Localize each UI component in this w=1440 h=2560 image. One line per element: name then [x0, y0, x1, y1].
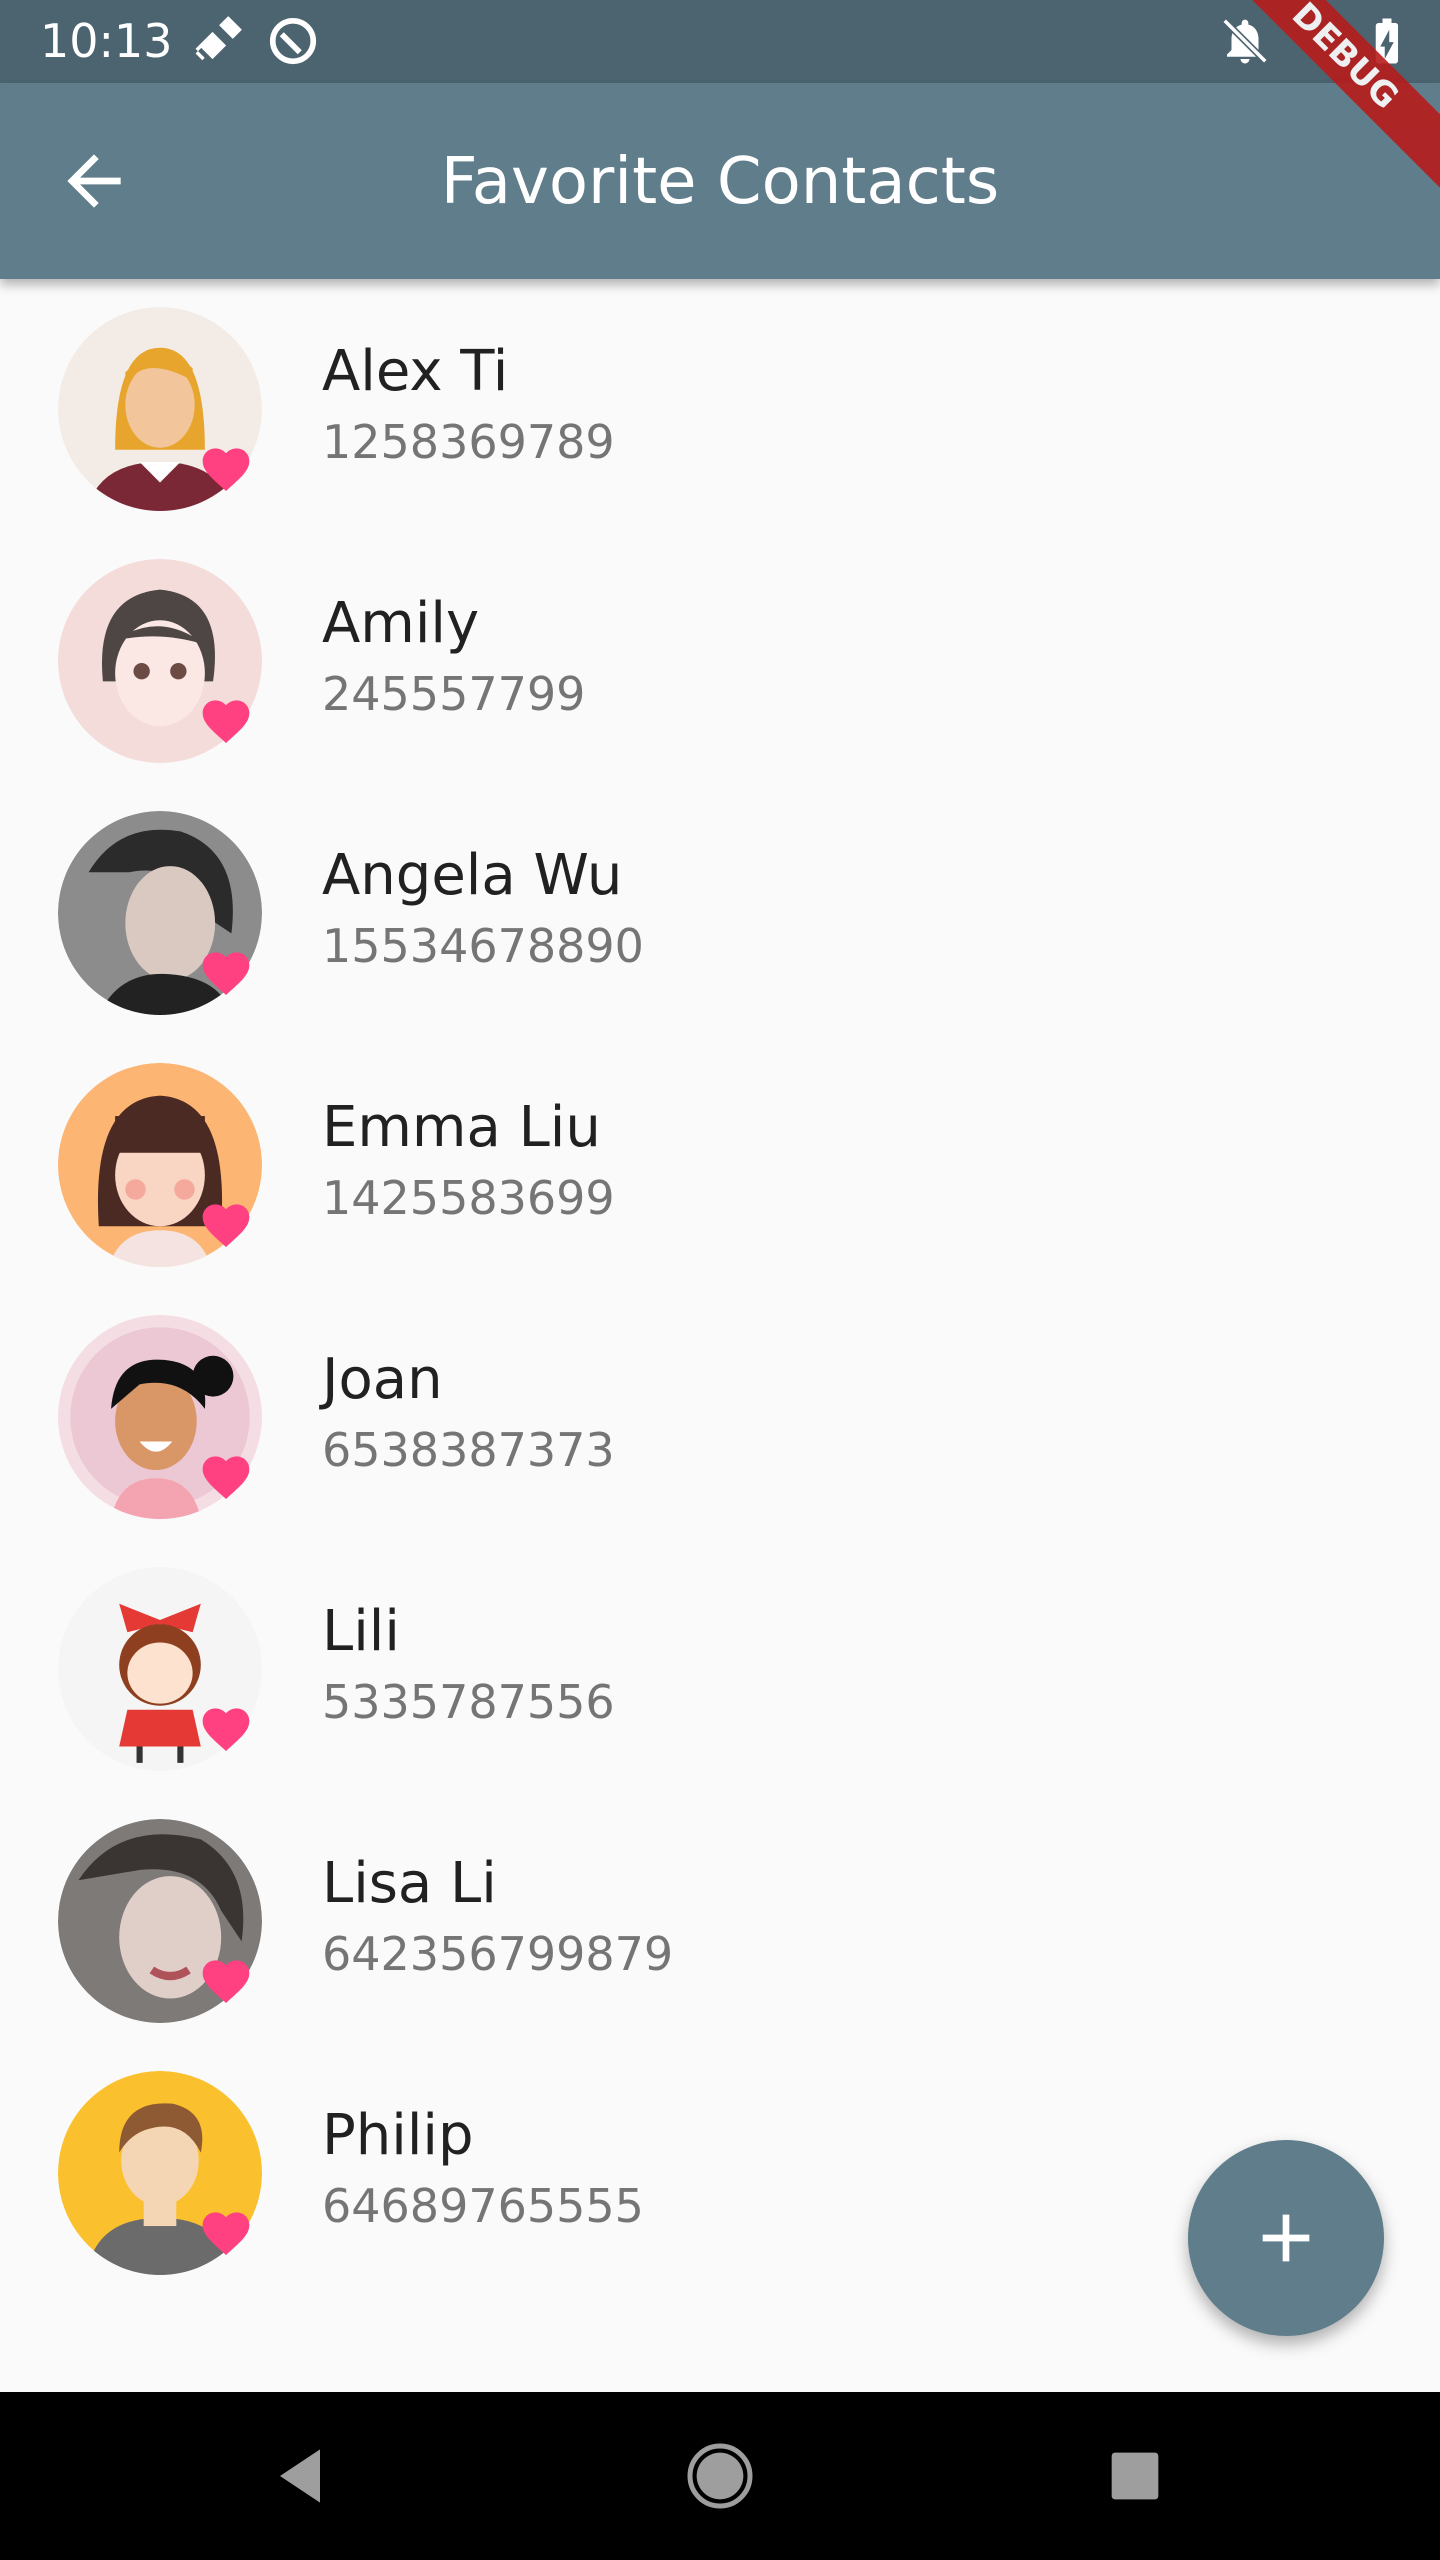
status-time: 10:13: [40, 14, 173, 68]
contact-phone: 245557799: [322, 667, 586, 721]
contact-name: Alex Ti: [322, 339, 509, 404]
contact-item-angela-wu[interactable]: Angela Wu 15534678890: [0, 783, 1440, 1035]
heart-icon: [202, 1456, 250, 1500]
nav-back-icon[interactable]: [260, 2436, 340, 2516]
contact-item-emma-liu[interactable]: Emma Liu 1425583699: [0, 1035, 1440, 1287]
contact-phone: 5335787556: [322, 1675, 615, 1729]
contact-list: Alex Ti 1258369789 Amily 245557799 Angel…: [0, 279, 1440, 2295]
system-nav-bar: [0, 2392, 1440, 2560]
contact-item-lili[interactable]: Lili 5335787556: [0, 1539, 1440, 1791]
heart-icon: [202, 1708, 250, 1752]
contact-name: Amily: [322, 591, 480, 656]
contact-phone: 6538387373: [322, 1423, 615, 1477]
add-contact-button[interactable]: [1188, 2140, 1384, 2336]
contact-phone: 1425583699: [322, 1171, 615, 1225]
contact-phone: 1258369789: [322, 415, 615, 469]
contact-item-joan[interactable]: Joan 6538387373: [0, 1287, 1440, 1539]
contact-name: Emma Liu: [322, 1095, 601, 1160]
contact-item-alex-ti[interactable]: Alex Ti 1258369789: [0, 279, 1440, 531]
contact-item-amily[interactable]: Amily 245557799: [0, 531, 1440, 783]
contact-name: Angela Wu: [322, 843, 623, 908]
contact-name: Joan: [322, 1347, 443, 1412]
status-bar: 10:13: [0, 0, 1440, 83]
satellite-icon: [195, 16, 242, 61]
notifications-off-icon: [1222, 18, 1268, 64]
heart-icon: [202, 1960, 250, 2004]
heart-icon: [202, 700, 250, 744]
nav-recents-icon[interactable]: [1095, 2436, 1175, 2516]
contact-name: Lisa Li: [322, 1851, 497, 1916]
contact-phone: 642356799879: [322, 1927, 674, 1981]
heart-icon: [202, 952, 250, 996]
heart-icon: [202, 1204, 250, 1248]
heart-icon: [202, 448, 250, 492]
nav-home-icon[interactable]: [680, 2436, 760, 2516]
heart-icon: [202, 2212, 250, 2256]
no-disturb-icon: [269, 17, 317, 65]
app-bar: Favorite Contacts: [0, 83, 1440, 279]
contact-phone: 64689765555: [322, 2179, 644, 2233]
contact-name: Philip: [322, 2103, 474, 2168]
page-title: Favorite Contacts: [440, 145, 1000, 219]
contact-name: Lili: [322, 1599, 400, 1664]
contact-phone: 15534678890: [322, 919, 644, 973]
contact-item-lisa-li[interactable]: Lisa Li 642356799879: [0, 1791, 1440, 2043]
add-icon: [1262, 2214, 1310, 2262]
